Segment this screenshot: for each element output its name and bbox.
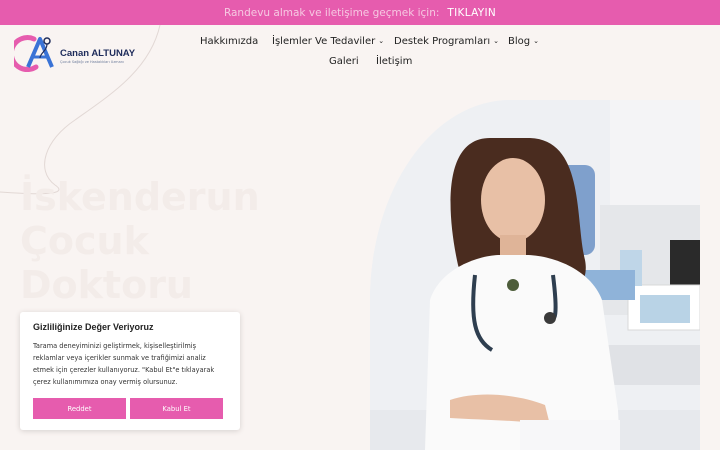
cookie-consent-banner: Gizliliğinize Değer Veriyoruz Tarama den… xyxy=(20,312,240,430)
nav-support-programs[interactable]: Destek Programları ⌄ xyxy=(394,36,499,47)
nav-blog-label: Blog xyxy=(508,36,531,47)
announcement-bar: Randevu almak ve iletişime geçmek için: … xyxy=(0,0,720,25)
cookie-title: Gizliliğinize Değer Veriyoruz xyxy=(33,322,154,332)
nav-treatments-label: İşlemler Ve Tedaviler xyxy=(272,36,376,47)
nav-gallery-label: Galeri xyxy=(329,56,359,67)
chevron-down-icon: ⌄ xyxy=(533,37,539,45)
announcement-link[interactable]: TIKLAYIN xyxy=(447,7,496,19)
nav-contact-label: İletişim xyxy=(376,56,413,67)
accept-cookies-button[interactable]: Kabul Et xyxy=(130,398,223,419)
reject-cookies-button[interactable]: Reddet xyxy=(33,398,126,419)
nav-about[interactable]: Hakkımızda xyxy=(200,36,258,47)
cookie-text: Tarama deneyiminizi geliştirmek, kişisel… xyxy=(33,342,215,386)
nav-about-label: Hakkımızda xyxy=(200,36,259,47)
hero-doctor-photo xyxy=(370,100,700,450)
logo-name: Canan ALTUNAY xyxy=(60,48,136,59)
nav-treatments[interactable]: İşlemler Ve Tedaviler ⌄ xyxy=(272,36,384,47)
nav-blog[interactable]: Blog ⌄ xyxy=(508,36,539,47)
logo-mark-icon xyxy=(14,35,54,73)
chevron-down-icon: ⌄ xyxy=(378,37,385,45)
announcement-message: Randevu almak ve iletişime geçmek için: xyxy=(223,6,440,19)
nav-support-label: Destek Programları xyxy=(394,36,491,47)
nav-gallery[interactable]: Galeri xyxy=(329,56,359,67)
logo-tagline: Çocuk Sağlığı ve Hastalıkları Uzmanı xyxy=(60,60,124,64)
chevron-down-icon: ⌄ xyxy=(493,37,499,45)
hero-title: İskenderun Çocuk Doktoru xyxy=(20,175,260,307)
nav-contact[interactable]: İletişim xyxy=(376,56,412,67)
site-logo[interactable]: Canan ALTUNAY Çocuk Sağlığı ve Hastalıkl… xyxy=(14,33,144,73)
